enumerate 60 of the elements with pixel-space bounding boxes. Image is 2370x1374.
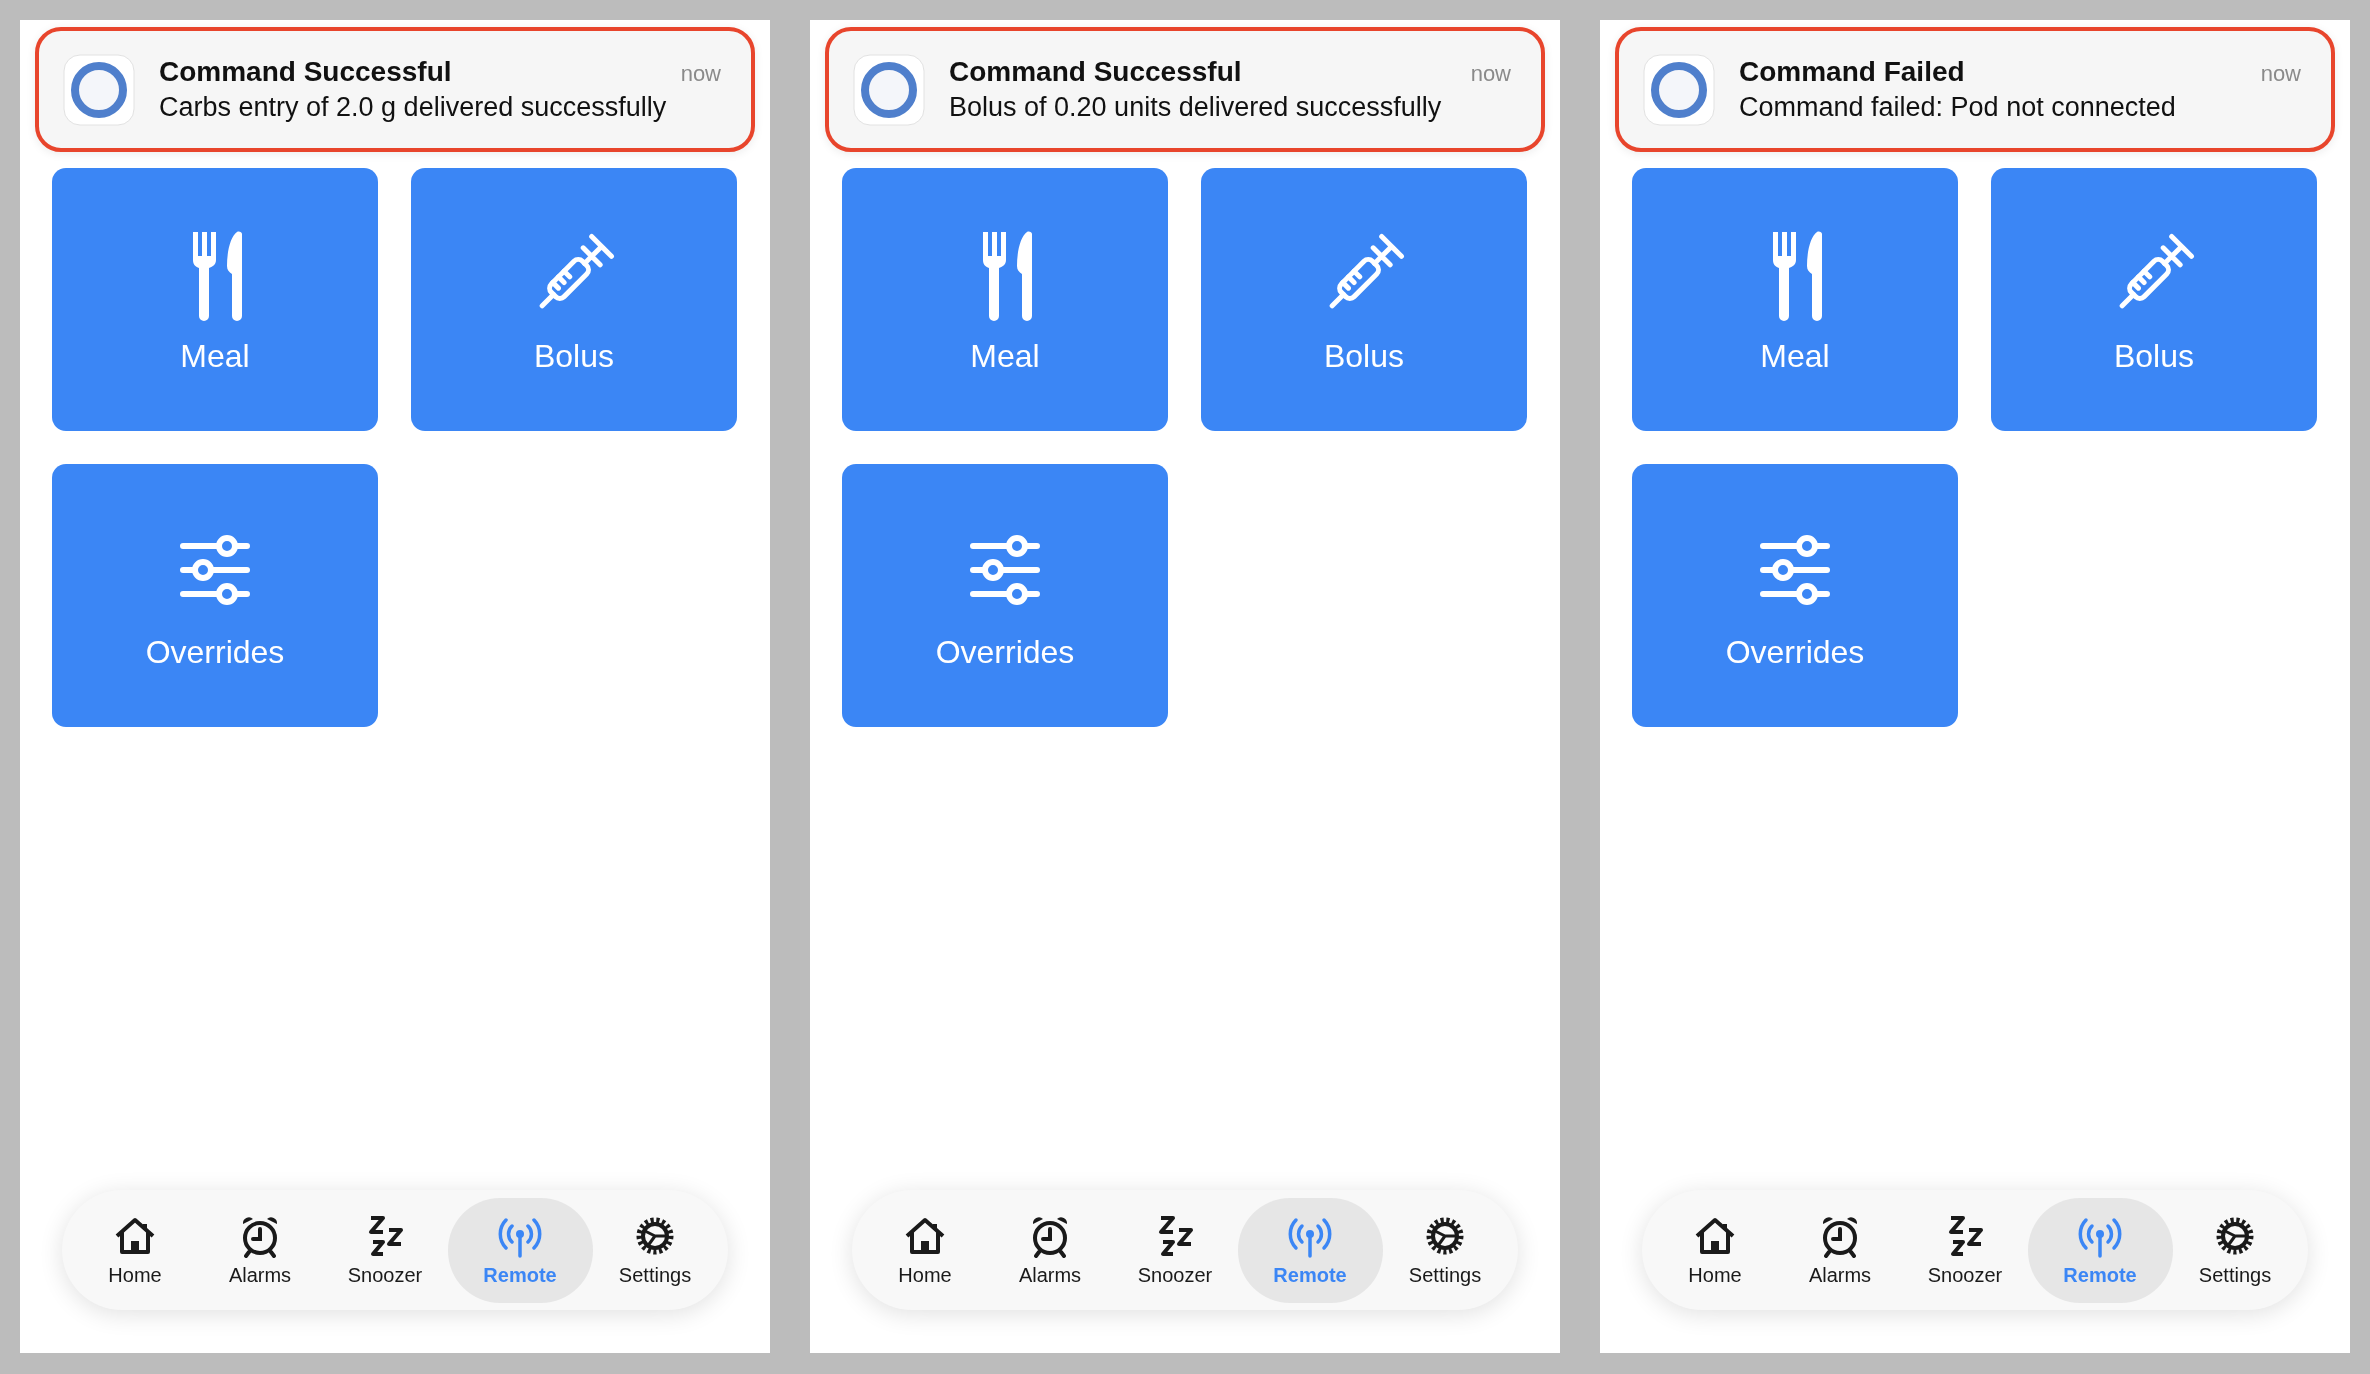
tab-label: Home [898, 1263, 952, 1287]
notification-time: now [1470, 61, 1511, 87]
tile-label: Overrides [145, 634, 285, 671]
tile-label: Meal [180, 338, 250, 375]
notification-time: now [680, 61, 721, 87]
notification-banner[interactable]: Command Successful now Bolus of 0.20 units delivered successfully [825, 27, 1545, 152]
tab-label: Snoozer [347, 1263, 423, 1287]
tab-label: Alarms [1018, 1263, 1082, 1287]
tab-label: Alarms [1808, 1263, 1872, 1287]
action-tile[interactable]: Meal [842, 168, 1168, 431]
tab-item[interactable]: Snoozer [1112, 1197, 1238, 1303]
action-tile[interactable]: Overrides [842, 464, 1168, 727]
action-tile[interactable]: Bolus [1991, 168, 2317, 431]
tab-label: Remote [1273, 1263, 1347, 1287]
tab-item[interactable]: Alarms [987, 1197, 1113, 1303]
notification-message: Carbs entry of 2.0 g delivered successfully [159, 92, 668, 123]
tab-item[interactable]: Alarms [1777, 1197, 1903, 1303]
tile-label: Bolus [2113, 338, 2194, 375]
tab-item[interactable]: Home [862, 1197, 988, 1303]
tab-item[interactable]: Snoozer [1902, 1197, 2028, 1303]
tab-label: Settings [618, 1263, 692, 1287]
tile-label: Meal [1760, 338, 1830, 375]
notification-title: Command Failed [1739, 56, 1965, 88]
tile-label: Meal [970, 338, 1040, 375]
action-tile[interactable]: Bolus [1201, 168, 1527, 431]
notification-time: now [2260, 61, 2301, 87]
tab-label: Home [108, 1263, 162, 1287]
tab-label: Home [1688, 1263, 1742, 1287]
tab-item[interactable]: Home [1652, 1197, 1778, 1303]
app-icon [63, 53, 135, 126]
tab-label: Remote [2063, 1263, 2137, 1287]
tab-label: Remote [483, 1263, 557, 1287]
tile-label: Bolus [1323, 338, 1404, 375]
notification-message: Command failed: Pod not connected [1739, 92, 2177, 123]
tab-item[interactable]: Home [72, 1197, 198, 1303]
tile-label: Bolus [533, 338, 614, 375]
tile-label: Overrides [1725, 634, 1865, 671]
tab-label: Snoozer [1137, 1263, 1213, 1287]
action-tile[interactable]: Overrides [1632, 464, 1958, 727]
notification-title: Command Successful [159, 56, 452, 88]
tab-label: Settings [2198, 1263, 2272, 1287]
notification-message: Bolus of 0.20 units delivered successfully [949, 92, 1443, 123]
tab-item[interactable]: Settings [592, 1197, 718, 1303]
action-tile[interactable]: Meal [1632, 168, 1958, 431]
tile-label: Overrides [935, 634, 1075, 671]
action-tile[interactable]: Overrides [52, 464, 378, 727]
app-icon [1643, 53, 1715, 126]
tab-label: Alarms [228, 1263, 292, 1287]
notification-banner[interactable]: Command Failed now Command failed: Pod not connected [1615, 27, 2335, 152]
action-tile[interactable]: Bolus [411, 168, 737, 431]
app-icon [853, 53, 925, 126]
action-tile[interactable]: Meal [52, 168, 378, 431]
notification-banner[interactable]: Command Successful now Carbs entry of 2.0 g delivered successfully [35, 27, 755, 152]
tab-label: Snoozer [1927, 1263, 2003, 1287]
notification-title: Command Successful [949, 56, 1242, 88]
tab-label: Settings [1408, 1263, 1482, 1287]
tab-item[interactable]: Settings [2172, 1197, 2298, 1303]
tab-item[interactable]: Settings [1382, 1197, 1508, 1303]
tab-item[interactable]: Alarms [197, 1197, 323, 1303]
tab-item[interactable]: Snoozer [322, 1197, 448, 1303]
